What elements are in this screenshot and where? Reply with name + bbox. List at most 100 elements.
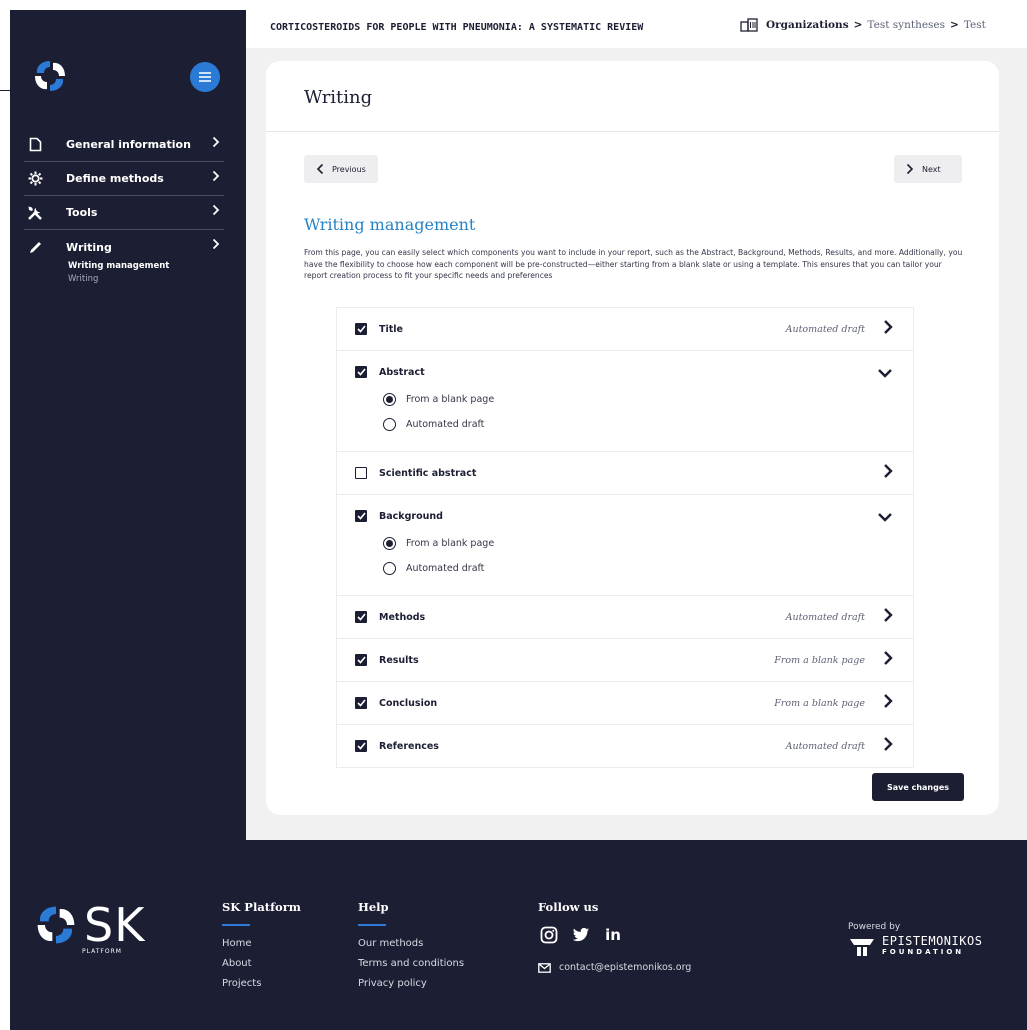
component-row-results[interactable]: Results From a blank page	[337, 639, 913, 682]
component-label: Title	[379, 323, 403, 335]
breadcrumb-test[interactable]: Test	[964, 19, 986, 31]
brand-subtitle: PLATFORM	[82, 948, 122, 955]
writing-card: Writing Previous Next Writing management…	[266, 61, 999, 815]
sidebar-nav: General information Define methods Tools…	[24, 128, 224, 286]
checkbox-scientific-abstract[interactable]	[355, 467, 367, 479]
chevron-right-icon	[212, 204, 220, 219]
epistemonikos-logo[interactable]: EPISTEMONIKOS FOUNDATION	[848, 934, 983, 958]
checkbox-conclusion[interactable]	[355, 697, 367, 709]
breadcrumb: Organizations > Test syntheses > Test	[740, 18, 986, 32]
chevron-right-icon: >	[950, 19, 959, 31]
chevron-right-icon[interactable]	[883, 650, 893, 670]
option-blank-page[interactable]: From a blank page	[383, 531, 895, 556]
main-area: Writing Previous Next Writing management…	[246, 48, 1027, 840]
abstract-options: From a blank page Automated draft	[355, 387, 895, 451]
chevron-right-icon[interactable]	[883, 319, 893, 339]
section-title: Writing management	[304, 215, 476, 234]
footer-link-terms[interactable]: Terms and conditions	[358, 954, 464, 974]
component-row-methods[interactable]: Methods Automated draft	[337, 596, 913, 639]
study-title: CORTICOSTEROIDS FOR PEOPLE WITH PNEUMONI…	[270, 22, 644, 33]
chevron-down-icon[interactable]	[877, 363, 893, 382]
contact-email[interactable]: contact@epistemonikos.org	[538, 962, 691, 973]
component-row-background[interactable]: Background From a blank page Automated d…	[337, 495, 913, 596]
component-row-conclusion[interactable]: Conclusion From a blank page	[337, 682, 913, 725]
sk-platform-logo[interactable]: SK PLATFORM	[34, 898, 146, 955]
radio-button[interactable]	[383, 418, 396, 431]
contact-email-text: contact@epistemonikos.org	[559, 962, 692, 973]
save-changes-button[interactable]: Save changes	[872, 773, 964, 801]
radio-button[interactable]	[383, 537, 396, 550]
sidebar-item-label: Writing	[66, 240, 112, 254]
component-label: Abstract	[379, 366, 425, 378]
chevron-down-icon[interactable]	[877, 507, 893, 526]
sidebar-item-label: Tools	[66, 206, 98, 219]
radio-button[interactable]	[383, 393, 396, 406]
component-row-references[interactable]: References Automated draft	[337, 725, 913, 767]
footer-col-sk-platform: SK Platform Home About Projects	[222, 900, 301, 994]
sidebar-item-define-methods[interactable]: Define methods	[24, 162, 224, 196]
brand-name: SK	[84, 898, 146, 952]
chevron-right-icon[interactable]	[883, 607, 893, 627]
footer-link-privacy[interactable]: Privacy policy	[358, 974, 464, 994]
foundation-name: EPISTEMONIKOS	[882, 934, 983, 948]
option-automated-draft[interactable]: Automated draft	[383, 556, 895, 581]
checkbox-results[interactable]	[355, 654, 367, 666]
epistemonikos-logo-icon	[850, 939, 874, 956]
sidebar: General information Define methods Tools…	[10, 10, 246, 840]
breadcrumb-test-syntheses[interactable]: Test syntheses	[867, 19, 945, 31]
sk-logo-icon[interactable]	[32, 58, 68, 94]
powered-by: Powered by EPISTEMONIKOS FOUNDATION	[848, 922, 982, 958]
footer-col-title: SK Platform	[222, 900, 301, 914]
divider	[358, 924, 386, 926]
checkmark-icon	[356, 613, 366, 621]
subnav-item-writing[interactable]: Writing	[68, 273, 224, 286]
next-button[interactable]: Next	[894, 155, 962, 183]
foundation-label: FOUNDATION	[882, 948, 965, 956]
component-mode: Automated draft	[785, 740, 865, 752]
checkbox-abstract[interactable]	[355, 366, 367, 378]
breadcrumb-organizations[interactable]: Organizations	[766, 19, 849, 31]
option-blank-page[interactable]: From a blank page	[383, 387, 895, 412]
checkmark-icon	[356, 699, 366, 707]
footer-link-projects[interactable]: Projects	[222, 974, 301, 994]
option-automated-draft[interactable]: Automated draft	[383, 412, 895, 437]
chevron-right-icon[interactable]	[883, 736, 893, 756]
checkbox-methods[interactable]	[355, 611, 367, 623]
component-row-title[interactable]: Title Automated draft	[337, 308, 913, 351]
footer-col-help: Help Our methods Terms and conditions Pr…	[358, 900, 464, 994]
chevron-left-icon	[316, 163, 324, 175]
chevron-right-icon[interactable]	[883, 693, 893, 713]
checkbox-title[interactable]	[355, 323, 367, 335]
sidebar-item-label: Define methods	[66, 172, 164, 185]
footer-link-our-methods[interactable]: Our methods	[358, 934, 464, 954]
component-mode: Automated draft	[785, 611, 865, 623]
checkbox-references[interactable]	[355, 740, 367, 752]
radio-button[interactable]	[383, 562, 396, 575]
previous-label: Previous	[332, 164, 366, 174]
component-label: Results	[379, 654, 419, 666]
component-row-abstract[interactable]: Abstract From a blank page Automated dra…	[337, 351, 913, 452]
twitter-icon[interactable]	[570, 924, 592, 946]
footer-link-home[interactable]: Home	[222, 934, 301, 954]
section-description: From this page, you can easily select wh…	[304, 248, 963, 280]
component-row-scientific-abstract[interactable]: Scientific abstract	[337, 452, 913, 495]
divider	[0, 90, 10, 91]
sidebar-item-tools[interactable]: Tools	[24, 196, 224, 230]
sidebar-item-general-information[interactable]: General information	[24, 128, 224, 162]
next-label: Next	[922, 164, 941, 174]
linkedin-icon[interactable]: in	[602, 924, 624, 946]
component-mode: From a blank page	[774, 697, 865, 709]
building-icon	[740, 18, 758, 32]
previous-button[interactable]: Previous	[304, 155, 378, 183]
page-title: Writing	[304, 87, 373, 108]
footer-link-about[interactable]: About	[222, 954, 301, 974]
instagram-icon[interactable]	[538, 924, 560, 946]
pencil-icon	[24, 237, 46, 257]
sidebar-item-writing[interactable]: Writing	[24, 230, 224, 264]
checkbox-background[interactable]	[355, 510, 367, 522]
menu-toggle-button[interactable]	[190, 62, 220, 92]
footer-col-title: Follow us	[538, 900, 599, 914]
component-label: Background	[379, 510, 443, 522]
component-label: Scientific abstract	[379, 467, 477, 479]
chevron-right-icon[interactable]	[883, 463, 893, 483]
